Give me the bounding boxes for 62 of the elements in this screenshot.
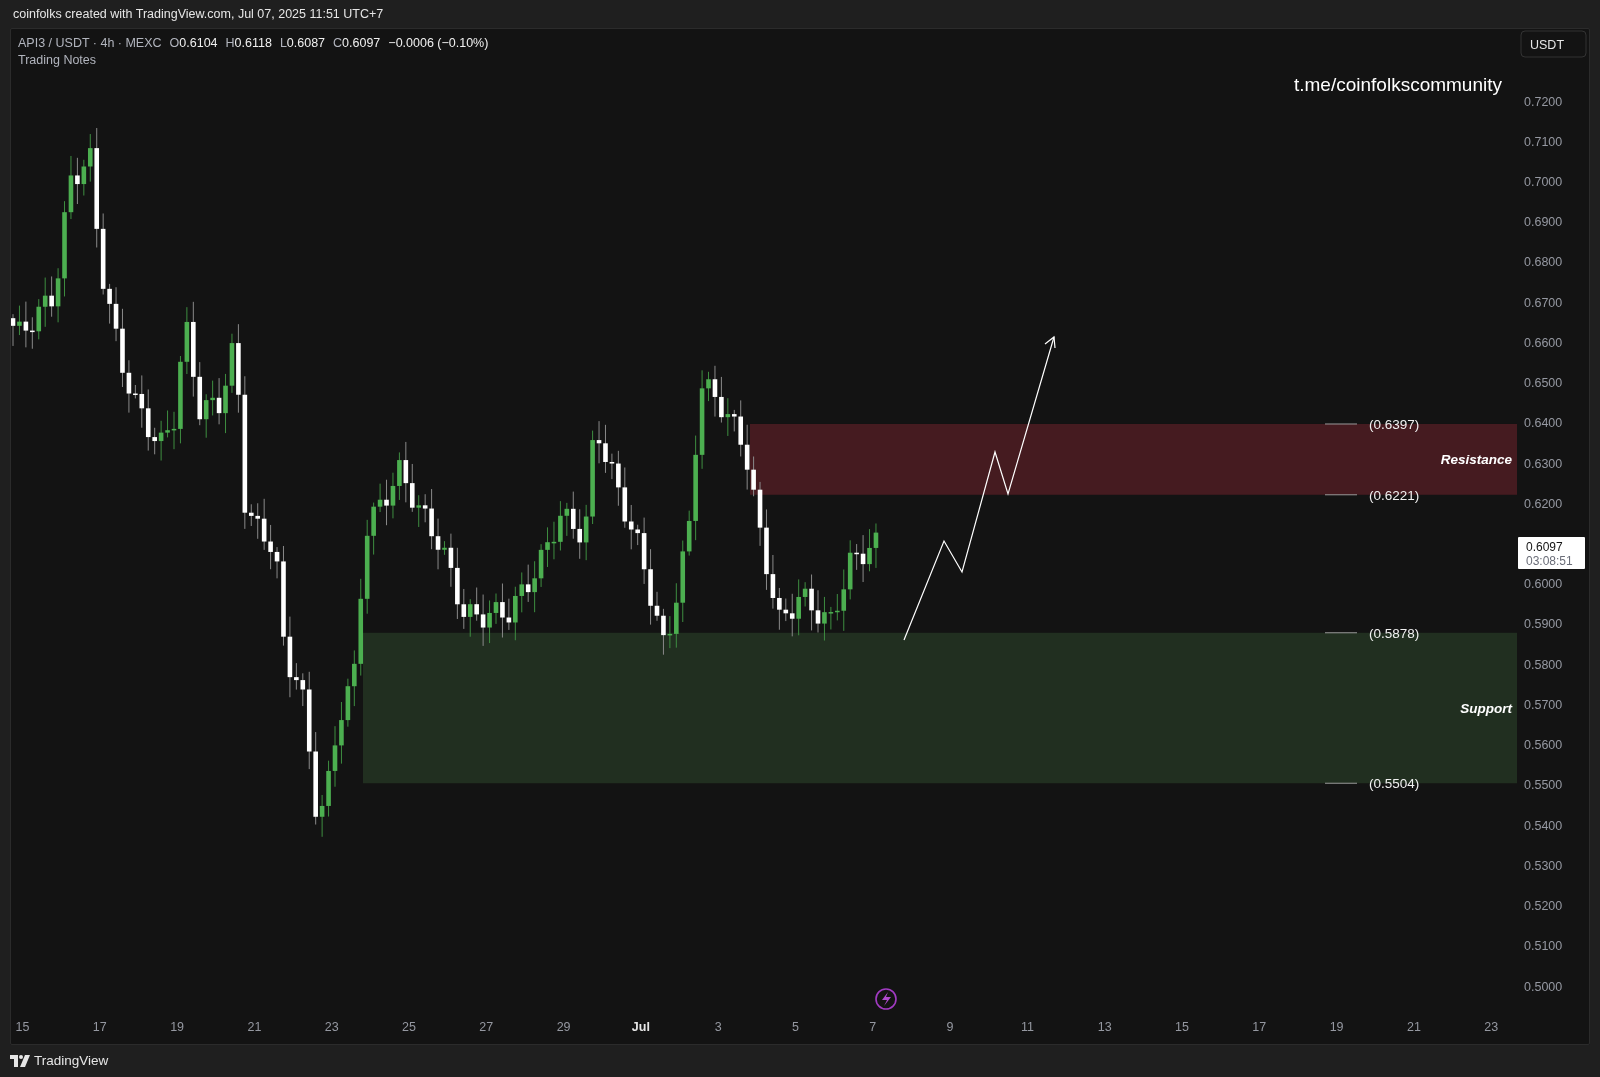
price-tick: 0.5300 [1524,858,1563,873]
ohlc-value: L0.6087 [279,35,326,52]
level-label: (0.6397) [1369,417,1420,432]
time-tick: 7 [869,1020,877,1034]
price-tick: 0.5900 [1524,617,1563,632]
zone-label: Resistance [1440,452,1512,468]
price-tick: 0.6400 [1524,416,1563,431]
time-tick: 3 [714,1020,722,1034]
price-tick: 0.6000 [1524,577,1563,592]
indicator-label: Trading Notes [18,53,97,67]
time-tick: 13 [1097,1020,1112,1034]
price-tick: 0.6200 [1524,496,1563,511]
time-tick: 15 [1175,1020,1189,1034]
last-price-tag: 0.6097 03:08:51 [1518,537,1585,569]
price-tick: 0.6900 [1524,215,1563,230]
lightning-icon[interactable] [875,988,897,1010]
time-tick: 25 [402,1020,416,1034]
price-tick: 0.5400 [1524,818,1563,833]
price-tick: 0.5800 [1524,657,1563,672]
price-tick: 0.5000 [1524,979,1563,994]
time-tick: 17 [92,1020,107,1034]
ohlc-value: O0.6104 [169,35,218,52]
chart-note: t.me/coinfolkscommunity [1294,73,1502,97]
time-tick: 23 [1484,1020,1499,1034]
ohlc-value: H0.6118 [225,35,272,52]
price-tick: 0.7000 [1524,174,1563,189]
price-tick: 0.7100 [1524,134,1563,149]
price-tick: 0.7200 [1524,94,1563,109]
time-tick: 21 [247,1020,262,1034]
time-tick: 21 [1406,1020,1421,1034]
price-tick: 0.5600 [1524,738,1563,753]
price-tick: 0.6800 [1524,255,1563,270]
symbol-label: API3 / USDT · 4h · MEXC [18,35,162,52]
ohlc-value: C0.6097 [333,35,381,52]
level-label: (0.5504) [1369,776,1420,792]
level-label: (0.5878) [1369,625,1420,641]
time-tick: 19 [1329,1020,1344,1034]
price-tick: 0.5700 [1524,697,1563,712]
price-tick: 0.6700 [1524,295,1563,310]
price-tick: 0.5100 [1524,939,1563,954]
price-tick: 0.6500 [1524,376,1563,391]
time-tick: 15 [15,1020,30,1034]
time-tick: 11 [1020,1020,1034,1034]
time-tick: Jul [631,1020,650,1034]
price-tick: 0.5200 [1524,899,1563,914]
brand-label: TradingView [34,1051,109,1070]
chart-caption: coinfolks created with TradingView.com, Jul 07, 2025 11:51 UTC+7 [12,6,385,23]
price-change: −0.0006 (−0.10%) [388,35,489,52]
time-tick: 19 [170,1020,185,1034]
level-label: (0.6221) [1369,487,1420,503]
logo-icon [10,1055,30,1067]
time-tick: 23 [324,1020,339,1034]
time-tick: 5 [792,1020,799,1034]
price-tick: 0.6600 [1524,335,1563,350]
time-tick: 29 [556,1020,571,1034]
currency-button[interactable]: USDT [1520,30,1587,58]
price-tick: 0.6300 [1524,456,1563,471]
time-tick: 17 [1252,1020,1267,1034]
time-tick: 9 [946,1020,954,1034]
time-tick: 27 [479,1020,494,1034]
zone-label: Support [1460,701,1512,716]
price-tick: 0.5500 [1524,778,1563,793]
